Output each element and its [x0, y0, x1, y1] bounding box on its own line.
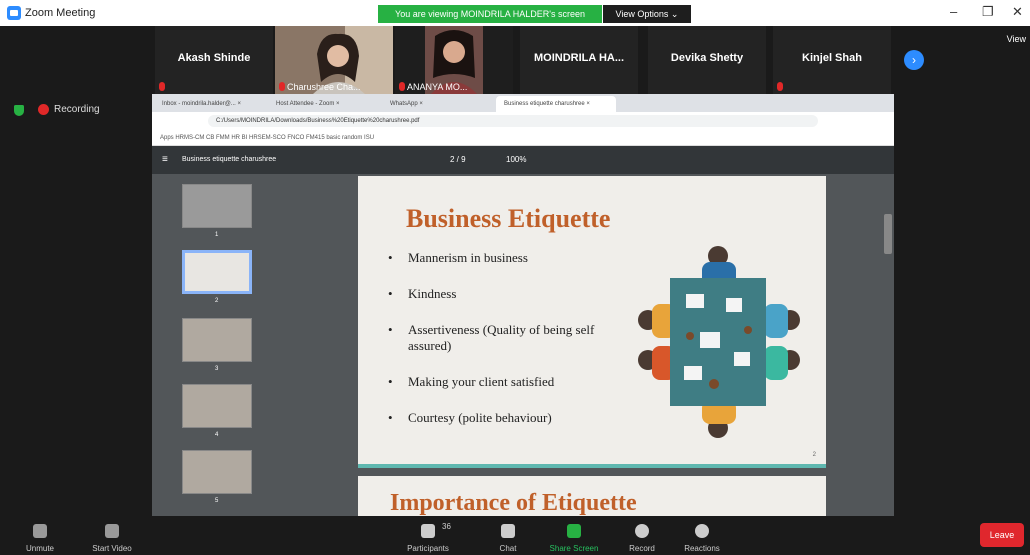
start-video-label: Start Video: [92, 544, 132, 553]
participant-name: Devika Shetty: [670, 52, 744, 64]
participant-video[interactable]: ANANYA MO...: [395, 26, 513, 94]
menu-icon[interactable]: ≡: [162, 154, 168, 165]
bullet-item: Kindness: [388, 286, 633, 302]
muted-mic-icon: [159, 82, 165, 91]
thumb-number: 1: [215, 232, 219, 238]
thumb-number: 3: [215, 366, 219, 372]
share-screen-button[interactable]: Share Screen: [544, 516, 604, 553]
zoom-level[interactable]: 100%: [506, 155, 526, 164]
browser-tab[interactable]: Inbox - moindrila.halder@... ×: [154, 96, 266, 112]
next-participants-button[interactable]: ›: [904, 50, 924, 70]
page-thumbnail[interactable]: [182, 450, 252, 494]
unmute-button[interactable]: Unmute: [10, 516, 70, 553]
thumb-number: 4: [215, 432, 219, 438]
slide-page: Business Etiquette Mannerism in business…: [358, 176, 826, 468]
security-shield-icon: [14, 105, 24, 116]
page-thumbnail[interactable]: [182, 318, 252, 362]
chat-label: Chat: [499, 544, 517, 553]
thumbnail-sidebar: 1 2 3 4 5: [152, 174, 294, 516]
recording-icon: [38, 104, 49, 115]
bullet-item: Making your client satisfied: [388, 374, 633, 390]
slide-accent-bar: [358, 464, 826, 468]
chat-button[interactable]: Chat: [478, 516, 538, 553]
muted-mic-icon: [777, 82, 783, 91]
close-icon[interactable]: ✕: [1012, 4, 1023, 20]
minimize-icon[interactable]: –: [950, 4, 957, 19]
participants-count: 36: [442, 522, 451, 531]
meeting-toolbar: Unmute Start Video Participants 36 Chat …: [0, 516, 1030, 555]
participants-label: Participants: [407, 544, 449, 553]
restore-icon[interactable]: ❐: [982, 4, 994, 20]
page-indicator[interactable]: 2 / 9: [450, 155, 466, 164]
viewing-banner: You are viewing MOINDRILA HALDER's scree…: [378, 5, 602, 23]
unmute-label: Unmute: [25, 544, 54, 553]
next-slide-title: Importance of Etiquette: [390, 490, 637, 516]
leave-button[interactable]: Leave: [980, 523, 1024, 547]
participant-video[interactable]: Charushree Cha...: [275, 26, 393, 94]
next-slide-page: Importance of Etiquette: [358, 476, 826, 516]
record-label: Record: [629, 544, 655, 553]
slide-title: Business Etiquette: [406, 204, 611, 233]
participant-name: Akash Shinde: [177, 52, 251, 64]
participant-name: Kinjel Shah: [802, 52, 862, 64]
record-button[interactable]: Record: [612, 516, 672, 553]
pdf-toolbar: ≡ Business etiquette charushree 2 / 9 10…: [152, 146, 894, 174]
video-off-icon: [105, 524, 119, 538]
scrollbar[interactable]: [884, 214, 892, 254]
slide-bullets: Mannerism in business Kindness Assertive…: [388, 250, 633, 446]
address-bar: C:/Users/MOINDRILA/Downloads/Business%20…: [152, 112, 894, 130]
page-thumbnail[interactable]: [182, 250, 252, 294]
url-field[interactable]: C:/Users/MOINDRILA/Downloads/Business%20…: [208, 115, 818, 127]
reactions-label: Reactions: [684, 544, 720, 553]
slide-page-number: 2: [812, 452, 816, 458]
reactions-button[interactable]: Reactions: [672, 516, 732, 553]
thumb-number: 2: [215, 298, 219, 304]
page-thumbnail[interactable]: [182, 184, 252, 228]
browser-tab[interactable]: Host Attendee - Zoom ×: [268, 96, 380, 112]
record-icon: [635, 524, 649, 538]
start-video-button[interactable]: Start Video: [82, 516, 142, 553]
bullet-item: Courtesy (polite behaviour): [388, 410, 633, 426]
participants-icon: [421, 524, 435, 538]
share-screen-icon: [567, 524, 581, 538]
page-thumbnail[interactable]: [182, 384, 252, 428]
shared-screen-browser: Inbox - moindrila.halder@... × Host Atte…: [152, 94, 894, 516]
browser-tab[interactable]: WhatsApp ×: [382, 96, 494, 112]
window-title: Zoom Meeting: [25, 7, 96, 19]
browser-tab-active[interactable]: Business etiquette charushree ×: [496, 96, 616, 112]
zoom-logo-icon: [7, 6, 21, 20]
participant-name: Charushree Cha...: [287, 82, 361, 92]
recording-label: Recording: [54, 104, 100, 115]
pdf-title: Business etiquette charushree: [182, 156, 277, 163]
pdf-viewport[interactable]: Business Etiquette Mannerism in business…: [294, 174, 894, 516]
bookmarks-bar: Apps HRMS-CM CB FMM HR BI HRSEM-SCO FNCO…: [152, 130, 894, 146]
browser-tabs: Inbox - moindrila.halder@... × Host Atte…: [152, 94, 894, 112]
participant-tile[interactable]: Kinjel Shah: [773, 26, 891, 94]
share-screen-label: Share Screen: [549, 544, 599, 553]
bullet-item: Assertiveness (Quality of being self ass…: [388, 322, 633, 354]
participant-tile[interactable]: Devika Shetty: [648, 26, 766, 94]
participant-tile[interactable]: MOINDRILA HA...: [520, 26, 638, 94]
thumb-number: 5: [215, 498, 219, 504]
participant-name: MOINDRILA HA...: [533, 52, 625, 64]
view-options-button[interactable]: View Options ⌄: [603, 5, 691, 23]
view-button[interactable]: View: [1007, 34, 1026, 44]
participant-name: ANANYA MO...: [407, 82, 468, 92]
bullet-item: Mannerism in business: [388, 250, 633, 266]
meeting-table-illustration: [638, 246, 800, 438]
chat-icon: [501, 524, 515, 538]
mic-muted-icon: [33, 524, 47, 538]
participant-tile[interactable]: Akash Shinde: [155, 26, 273, 94]
reactions-icon: [695, 524, 709, 538]
title-bar: Zoom Meeting You are viewing MOINDRILA H…: [0, 0, 1030, 26]
